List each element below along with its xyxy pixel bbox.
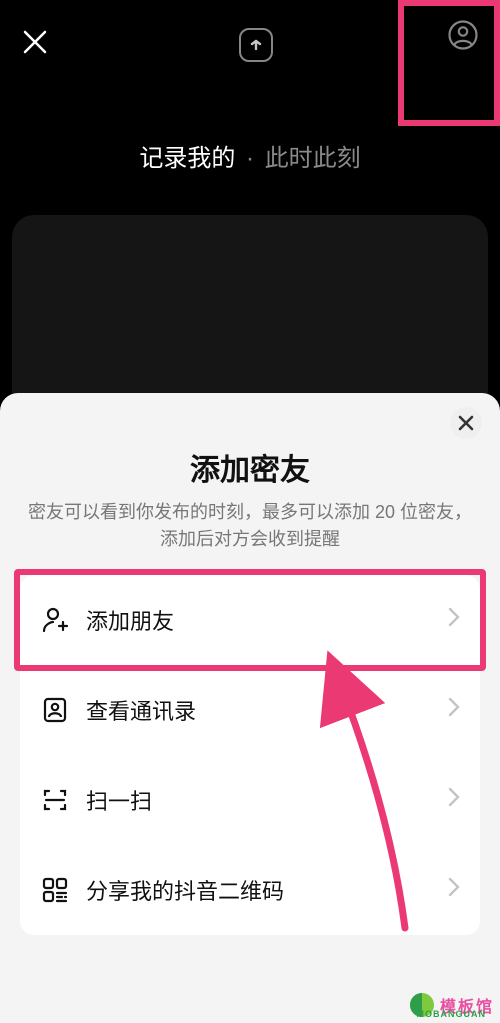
sheet-menu: 添加朋友 查看通讯录 [20, 575, 480, 935]
menu-item-label: 扫一扫 [86, 784, 448, 816]
hero-text-left: 记录我的 [139, 145, 235, 172]
menu-item-contacts[interactable]: 查看通讯录 [20, 665, 480, 755]
watermark: 模板馆 MOBANGUAN [410, 993, 494, 1017]
menu-item-share-qr[interactable]: 分享我的抖音二维码 [20, 845, 480, 935]
chevron-right-icon [448, 696, 460, 724]
menu-item-label: 查看通讯录 [86, 694, 448, 726]
annotation-highlight-profile [398, 0, 500, 126]
chevron-right-icon [448, 786, 460, 814]
add-friends-sheet: 添加密友 密友可以看到你发布的时刻，最多可以添加 20 位密友，添加后对方会收到… [0, 393, 500, 1023]
menu-item-scan[interactable]: 扫一扫 [20, 755, 480, 845]
hero-text: 记录我的 · 此时此刻 [0, 138, 500, 173]
scan-icon [40, 785, 80, 815]
close-icon[interactable] [22, 29, 48, 61]
chevron-right-icon [448, 606, 460, 634]
profile-icon[interactable] [448, 20, 478, 50]
qr-icon [40, 875, 80, 905]
chevron-right-icon [448, 876, 460, 904]
hero-text-right: 此时此刻 [265, 145, 361, 172]
add-friend-icon [40, 605, 80, 635]
menu-item-label: 分享我的抖音二维码 [86, 874, 448, 906]
watermark-subtext: MOBANGUAN [417, 1009, 487, 1019]
sheet-close-button[interactable] [450, 407, 482, 439]
create-icon[interactable] [239, 28, 273, 62]
hero-text-separator: · [246, 145, 254, 172]
contacts-icon [40, 695, 80, 725]
menu-item-add-friend[interactable]: 添加朋友 [20, 575, 480, 665]
sheet-title: 添加密友 [0, 445, 500, 489]
sheet-subtitle: 密友可以看到你发布的时刻，最多可以添加 20 位密友，添加后对方会收到提醒 [22, 499, 478, 553]
menu-item-label: 添加朋友 [86, 604, 448, 636]
